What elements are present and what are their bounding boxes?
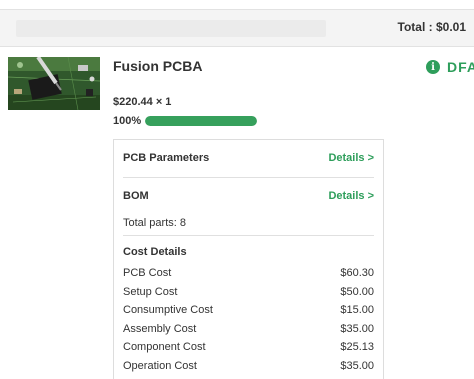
cost-list: PCB Cost $60.30 Setup Cost $50.00 Consum… — [123, 264, 374, 375]
cost-row-component: Component Cost $25.13 — [123, 338, 374, 357]
cart-header: Total : $0.01 — [0, 9, 474, 47]
bom-details-link[interactable]: Details > — [328, 190, 374, 202]
pcb-parameters-details-link[interactable]: Details > — [328, 152, 374, 164]
info-circle-icon: i — [426, 60, 440, 74]
cost-label: Operation Cost — [123, 359, 197, 372]
dfa-label: DFA — [447, 59, 474, 75]
pcb-parameters-title: PCB Parameters — [123, 152, 210, 164]
cost-value: $50.00 — [340, 285, 374, 298]
cost-value: $15.00 — [340, 304, 374, 317]
cost-label: Assembly Cost — [123, 322, 197, 335]
cost-label: Component Cost — [123, 341, 206, 354]
product-thumbnail[interactable] — [8, 57, 100, 110]
cost-value: $60.30 — [340, 267, 374, 280]
bom-row: BOM Details > — [123, 190, 374, 202]
divider — [123, 235, 374, 236]
product-title: Fusion PCBA — [113, 58, 203, 74]
cost-label: Setup Cost — [123, 285, 178, 298]
progress-percent: 100% — [113, 115, 142, 127]
dfa-badge[interactable]: i DFA — [426, 59, 474, 75]
progress-bar — [145, 116, 258, 126]
cost-label: Consumptive Cost — [123, 304, 213, 317]
cost-details-title: Cost Details — [123, 246, 187, 258]
cost-value: $35.00 — [340, 359, 374, 372]
price-quantity: $220.44 × 1 — [113, 96, 172, 108]
order-total: Total : $0.01 — [397, 20, 466, 34]
divider — [123, 177, 374, 178]
cost-label: PCB Cost — [123, 267, 172, 280]
cost-row-consumptive: Consumptive Cost $15.00 — [123, 301, 374, 320]
pcb-parameters-row: PCB Parameters Details > — [123, 152, 374, 164]
bom-title: BOM — [123, 190, 149, 202]
cost-value: $25.13 — [340, 341, 374, 354]
blurred-header-field — [16, 20, 326, 37]
cost-row-operation: Operation Cost $35.00 — [123, 357, 374, 376]
progress-bar-fill — [145, 116, 258, 126]
order-page: Total : $0.01 Fusion PCBA i DFA $220.44 … — [0, 0, 474, 379]
cost-row-pcb: PCB Cost $60.30 — [123, 264, 374, 283]
details-panel: PCB Parameters Details > BOM Details > T… — [113, 139, 384, 379]
progress: 100% — [113, 115, 258, 127]
cost-row-setup: Setup Cost $50.00 — [123, 283, 374, 302]
cost-row-assembly: Assembly Cost $35.00 — [123, 320, 374, 339]
total-parts: Total parts: 8 — [123, 217, 186, 229]
cost-value: $35.00 — [340, 322, 374, 335]
pcb-photo-image — [8, 57, 100, 110]
